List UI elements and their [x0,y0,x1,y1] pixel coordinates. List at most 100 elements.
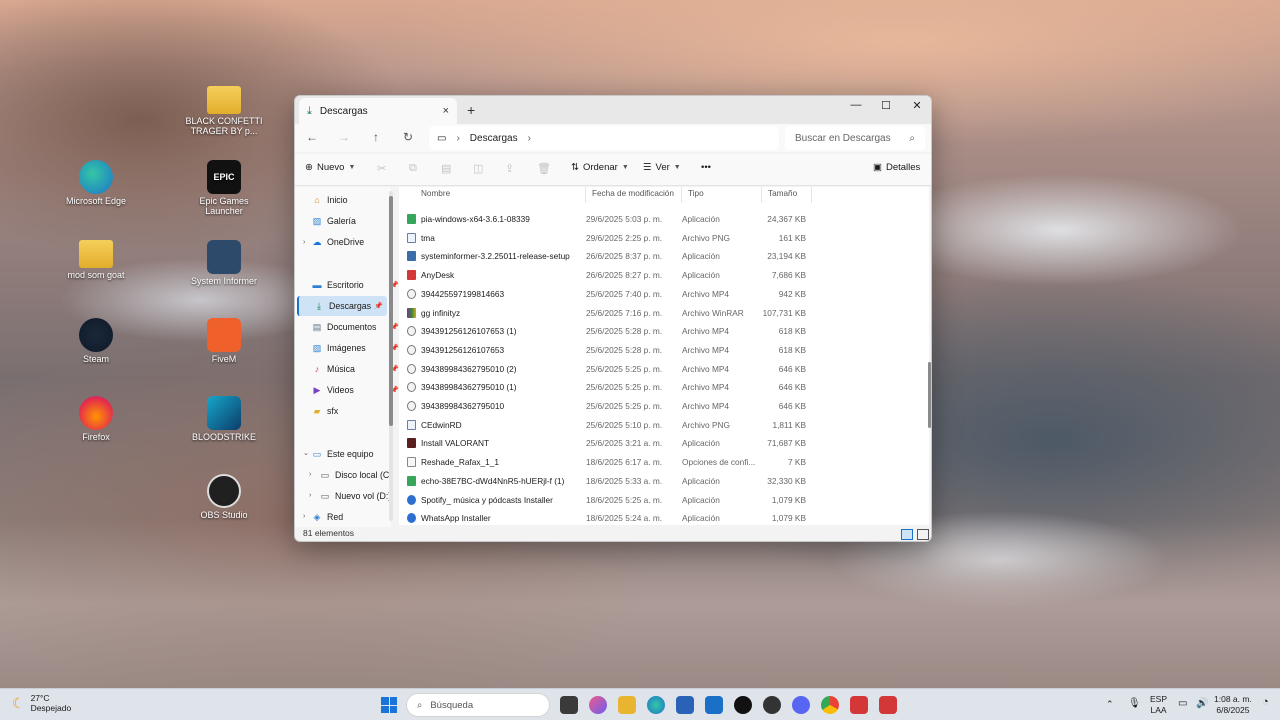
up-arrow-icon[interactable]: ↑ [367,130,385,144]
delete-icon[interactable]: 🗑 [537,162,551,175]
forward-arrow-icon[interactable]: → [335,130,353,144]
new-tab-button[interactable]: + [467,102,475,118]
file-row[interactable]: 394391256126107653 25/6/2025 5:28 p. m. Ar… [399,340,809,359]
close-tab-icon[interactable]: × [443,105,449,117]
language-indicator[interactable]: ESP LAA [1150,694,1167,716]
desktop-icon-bloodstrike[interactable]: BLOODSTRIKE [184,396,264,442]
desktop-icon-system-informer[interactable]: System Informer [184,240,264,286]
weather-widget[interactable]: ☾ 27°C Despejado [12,693,71,713]
start-button[interactable] [381,697,397,713]
column-header-date[interactable]: Fecha de modificación [586,187,682,203]
sort-button[interactable]: ⇅ Ordenar ▼ [571,162,629,173]
details-button[interactable]: ▣ Detalles [873,162,920,173]
back-arrow-icon[interactable]: ← [303,130,321,144]
network-icon[interactable]: ▭ [1178,698,1187,709]
maximize-button[interactable]: ☐ [871,99,901,112]
anydesk-taskbar-icon[interactable] [850,696,868,714]
plus-circle-icon: ⊕ [305,162,313,173]
more-options-button[interactable]: ••• [701,162,711,173]
column-header-name[interactable]: Nombre [415,187,586,203]
github-desktop-icon[interactable] [763,696,781,714]
search-placeholder: Buscar en Descargas [795,132,891,144]
edge-taskbar-icon[interactable] [647,696,665,714]
file-name: 394391256126107653 [421,344,505,355]
clock[interactable]: 1:08 a. m. 6/8/2025 [1214,694,1252,716]
copilot-icon[interactable] [589,696,607,714]
outlook-icon[interactable] [705,696,723,714]
tiles-view-icon[interactable] [917,529,929,540]
breadcrumb-separator: › [456,132,460,144]
copy-icon[interactable]: ⧉ [409,162,417,175]
file-explorer-taskbar-icon[interactable] [618,696,636,714]
refresh-icon[interactable]: ↻ [399,130,417,144]
task-view-icon[interactable] [560,696,578,714]
desktop-icon-obs[interactable]: OBS Studio [184,474,264,520]
view-button[interactable]: ☰ Ver ▼ [643,162,681,173]
sidebar-item-disco-local[interactable]: ▭ Disco local (C: [319,465,411,485]
status-item-count: 81 elementos [303,528,355,538]
minimize-button[interactable]: — [841,99,871,111]
new-button[interactable]: ⊕ Nuevo ▼ [305,162,355,173]
column-header-size[interactable]: Tamaño [762,187,812,203]
notification-icon[interactable]: ◔ [1262,697,1269,708]
close-window-button[interactable]: ✕ [902,99,931,112]
desktop-icon-edge[interactable]: Microsoft Edge [56,160,136,206]
sidebar-scrollbar-thumb[interactable] [389,196,393,426]
address-bar[interactable]: ▭ › Descargas › [429,126,779,150]
file-row[interactable]: systeminformer-3.2.25011-release-setup 26… [399,246,809,265]
file-row[interactable]: 394425597199814663 25/6/2025 7:40 p. m. Ar… [399,284,809,303]
tiktok-icon[interactable] [734,696,752,714]
desktop-icon-firefox[interactable]: Firefox [56,396,136,442]
breadcrumb-descargas[interactable]: Descargas [470,133,518,144]
sidebar-item-descargas[interactable]: ⤓ Descargas 📌 [297,296,387,316]
cut-icon[interactable]: ✂ [377,162,386,175]
desktop-icon-steam[interactable]: Steam [56,318,136,364]
chevron-right-icon[interactable]: › [303,513,305,520]
file-row[interactable]: 394389984362795010 25/6/2025 5:25 p. m. Ar… [399,396,809,415]
share-icon[interactable]: ⇪ [505,162,514,175]
desktop-icon-black-confetti[interactable]: BLACK CONFETTI TRAGER BY p... [184,86,264,136]
breadcrumb-trail[interactable]: › [528,133,531,144]
tab-bar: ⤓ Descargas × + — ☐ ✕ [295,96,931,124]
file-row[interactable]: WhatsApp Installer 18/6/2025 5:24 a. m. Ap… [399,508,809,525]
file-row[interactable]: 394391256126107653 (1) 25/6/2025 5:28 p. … [399,321,809,340]
tab-descargas[interactable]: ⤓ Descargas × [299,98,457,124]
file-date: 18/6/2025 5:25 a. m. [586,494,663,505]
file-row[interactable]: Install VALORANT 25/6/2025 3:21 a. m. Apli… [399,433,809,452]
file-row[interactable]: 394389984362795010 (1) 25/6/2025 5:25 p. … [399,377,809,396]
file-row[interactable]: Spotify_ música y pódcasts Installer 18/6… [399,490,809,509]
file-size: 107,731 KB [762,307,806,318]
microphone-icon[interactable]: 🎙 [1128,698,1141,709]
file-icon [407,419,416,430]
desktop-icon-mod-som-goat[interactable]: mod som goat [56,240,136,280]
chevron-down-icon[interactable]: ⌄ [303,449,309,457]
file-row[interactable]: 394389984362795010 (2) 25/6/2025 5:25 p. … [399,359,809,378]
discord-icon[interactable] [792,696,810,714]
file-list-scrollbar-thumb[interactable] [928,362,931,428]
store-icon[interactable] [676,696,694,714]
file-icon [407,232,416,243]
details-view-icon[interactable] [901,529,913,540]
file-row[interactable]: tma 29/6/2025 2:25 p. m. Archivo PNG 161 KB [399,228,809,247]
taskbar-search[interactable]: ⌕ Búsqueda [406,693,550,717]
file-row[interactable]: echo-38E7BC-dWd4NnR5-hUERjl-f (1) 18/6/20… [399,471,809,490]
file-row[interactable]: gg infinityz 25/6/2025 7:16 p. m. Archivo … [399,303,809,322]
file-row[interactable]: pia-windows-x64-3.6.1-08339 29/6/2025 5:0… [399,209,809,228]
desktop-icon-epic[interactable]: EPIC Epic Games Launcher [184,160,264,216]
anydesk-taskbar-icon-2[interactable] [879,696,897,714]
chrome-icon[interactable] [821,696,839,714]
chevron-right-icon[interactable]: › [303,239,305,246]
file-row[interactable]: AnyDesk 26/6/2025 8:27 p. m. Aplicación 7,6… [399,265,809,284]
chevron-right-icon[interactable]: › [309,492,311,499]
volume-icon[interactable]: 🔊 [1196,698,1208,709]
sidebar-item-nuevo-vol[interactable]: ▭ Nuevo vol (D:) [319,486,411,506]
chevron-right-icon[interactable]: › [309,471,311,478]
column-header-type[interactable]: Tipo [682,187,762,203]
chevron-up-icon[interactable]: ⌃ [1106,699,1114,710]
desktop-icon-fivem[interactable]: FiveM [184,318,264,364]
file-row[interactable]: CEdwinRD 25/6/2025 5:10 p. m. Archivo PNG 1… [399,415,809,434]
search-input[interactable]: Buscar en Descargas ⌕ [785,126,925,150]
paste-icon[interactable]: ▤ [441,162,451,175]
file-row[interactable]: Reshade_Rafax_1_1 18/6/2025 6:17 a. m. Opc… [399,452,809,471]
rename-icon[interactable]: ◫ [473,162,483,175]
